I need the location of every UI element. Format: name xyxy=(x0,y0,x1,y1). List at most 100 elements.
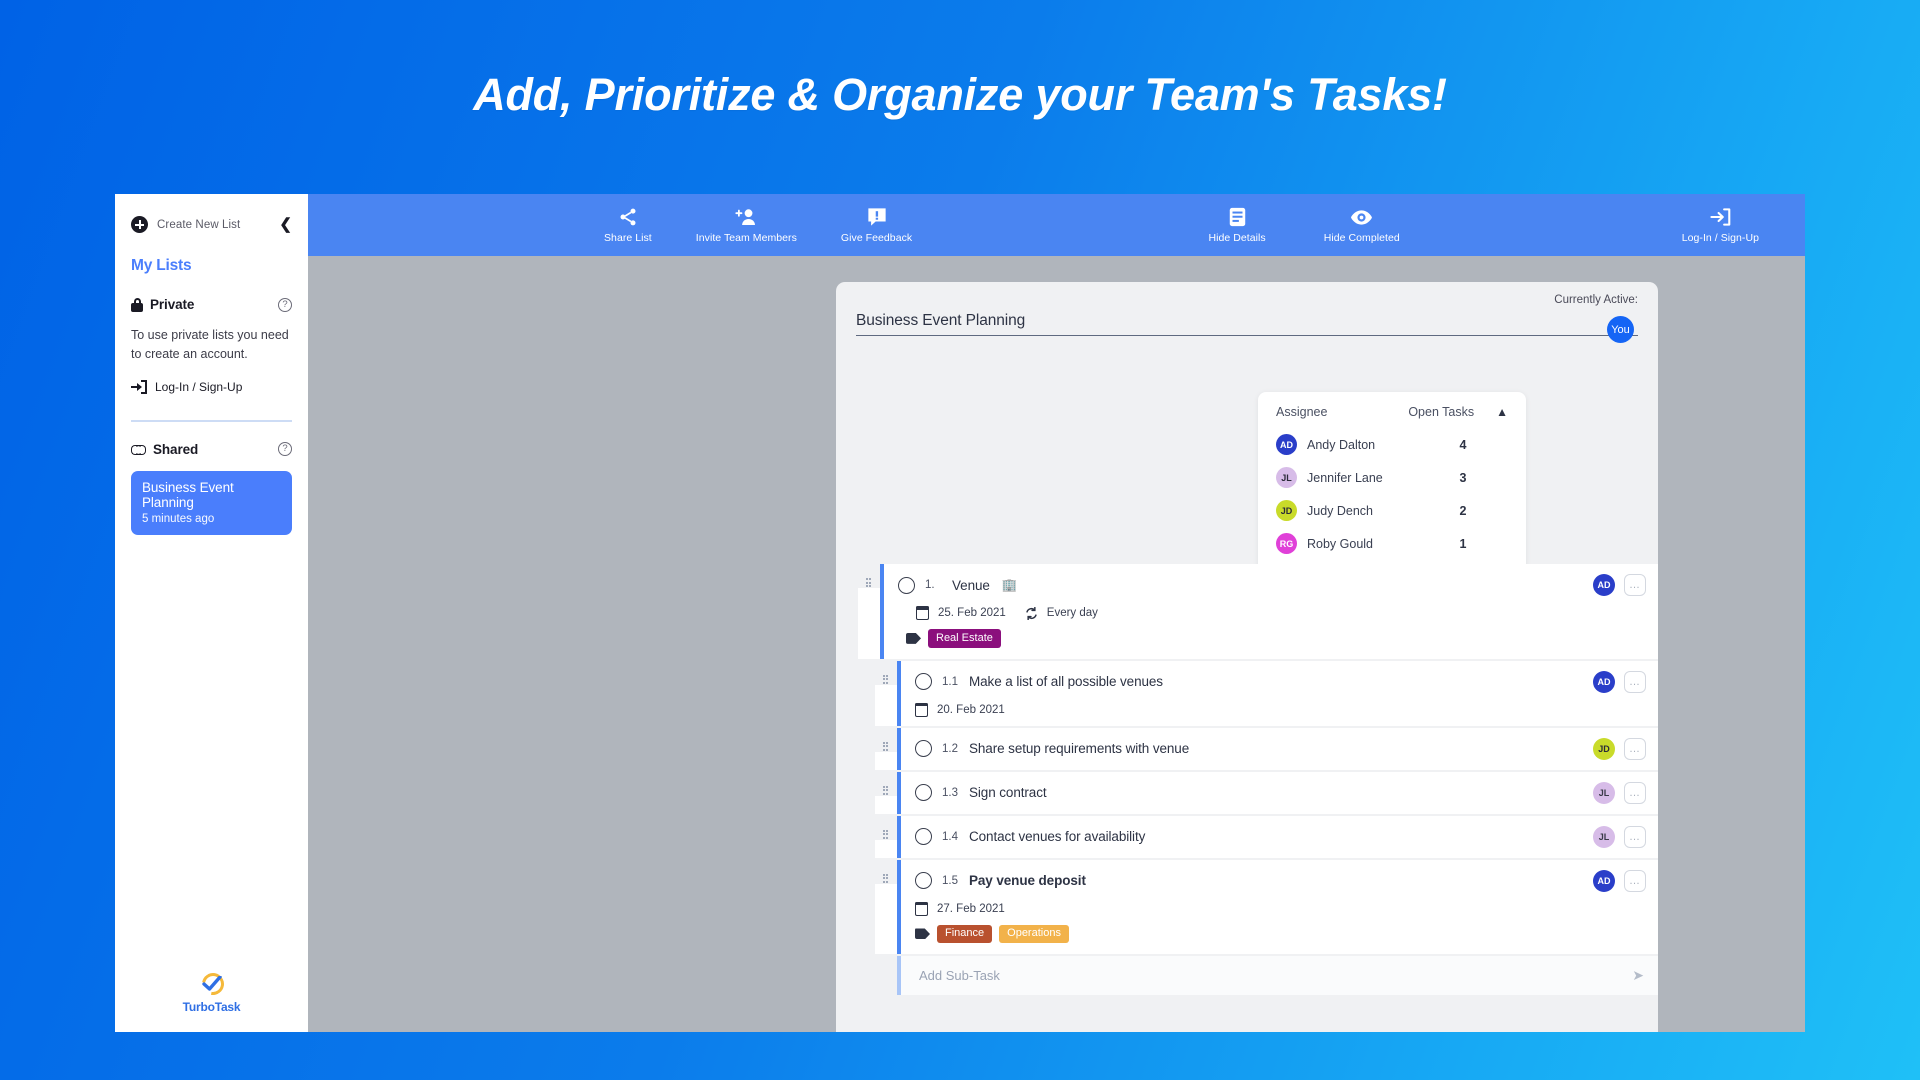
task-title[interactable]: Venue xyxy=(952,578,990,593)
table-row[interactable]: 1.3 Sign contract JL … xyxy=(875,771,1658,814)
hide-completed-button[interactable]: Hide Completed xyxy=(1324,206,1400,244)
task-more-button[interactable]: … xyxy=(1624,869,1646,892)
assignee-row[interactable]: JD Judy Dench 2 xyxy=(1276,494,1508,527)
drag-handle[interactable] xyxy=(858,564,880,588)
create-new-list-label: Create New List xyxy=(157,218,241,231)
drag-handle[interactable] xyxy=(875,859,897,884)
drag-handle[interactable] xyxy=(875,727,897,752)
app-logo-text: TurboTask xyxy=(182,1000,241,1014)
chevron-left-icon[interactable]: ❮ xyxy=(279,217,292,232)
create-new-list-button[interactable]: Create New List ❮ xyxy=(131,216,292,233)
sidebar-divider xyxy=(131,420,292,422)
details-icon xyxy=(1228,206,1247,228)
task-main-line: 1.1 Make a list of all possible venues A… xyxy=(901,661,1658,703)
avatar-you[interactable]: You xyxy=(1607,316,1634,343)
help-circle-icon[interactable]: ? xyxy=(278,297,292,312)
send-arrow-icon[interactable]: ➤ xyxy=(1632,967,1644,984)
task-body: 1.1 Make a list of all possible venues A… xyxy=(897,660,1658,726)
table-row[interactable]: 1.1 Make a list of all possible venues A… xyxy=(875,660,1658,726)
share-list-button[interactable]: Share List xyxy=(604,206,652,244)
assignee-row[interactable]: JL Jennifer Lane 3 xyxy=(1276,461,1508,494)
banner-headline: Add, Prioritize & Organize your Team's T… xyxy=(473,69,1447,120)
task-checkbox[interactable] xyxy=(915,784,932,802)
sidebar-login-button[interactable]: Log-In / Sign-Up xyxy=(131,380,292,394)
task-checkbox[interactable] xyxy=(915,673,932,691)
hide-details-button[interactable]: Hide Details xyxy=(1209,206,1266,244)
status-badge[interactable]: Operations xyxy=(999,924,1069,944)
task-checkbox[interactable] xyxy=(898,576,915,594)
task-actions: JD … xyxy=(1593,737,1646,760)
assignee-open-count: 2 xyxy=(1459,503,1467,518)
give-feedback-label: Give Feedback xyxy=(840,232,913,244)
give-feedback-button[interactable]: Give Feedback xyxy=(841,206,912,244)
list-card-header: Currently Active: Business Event Plannin… xyxy=(836,282,1658,343)
task-checkbox[interactable] xyxy=(915,828,932,846)
assignee-chip[interactable]: JL xyxy=(1593,825,1615,848)
table-row[interactable]: 1.5 Pay venue deposit AD … 27. Feb 2021 xyxy=(875,859,1658,955)
assignee-chip[interactable]: AD xyxy=(1593,869,1615,892)
task-more-button[interactable]: … xyxy=(1624,825,1646,848)
task-main-line: 1. Venue 🏢 AD … xyxy=(884,564,1658,606)
task-title[interactable]: Pay venue deposit xyxy=(969,873,1086,888)
task-body: 1.2 Share setup requirements with venue … xyxy=(897,727,1658,770)
assignee-row[interactable]: AD Andy Dalton 4 xyxy=(1276,428,1508,461)
private-note-text: To use private lists you need to create … xyxy=(131,328,289,361)
task-checkbox[interactable] xyxy=(915,872,932,890)
toolbar-login-button[interactable]: Log-In / Sign-Up xyxy=(1682,206,1759,244)
task-number: 1.2 xyxy=(942,742,958,755)
task-more-button[interactable]: … xyxy=(1624,670,1646,693)
task-title[interactable]: Sign contract xyxy=(969,785,1047,800)
avatar: AD xyxy=(1276,434,1297,455)
app-logo: TurboTask xyxy=(115,968,308,1014)
task-more-button[interactable]: … xyxy=(1624,737,1646,760)
task-actions: AD … xyxy=(1593,869,1646,892)
app-window: Create New List ❮ My Lists Private ? To … xyxy=(115,194,1805,1032)
task-number: 1. xyxy=(925,579,935,591)
status-badge[interactable]: Finance xyxy=(937,924,993,944)
table-row[interactable]: 1.2 Share setup requirements with venue … xyxy=(875,727,1658,770)
assignee-row[interactable]: RG Roby Gould 1 xyxy=(1276,527,1508,560)
task-due-date[interactable]: 20. Feb 2021 xyxy=(937,704,1005,716)
calendar-icon xyxy=(915,901,928,916)
eye-icon xyxy=(1350,206,1373,228)
assignee-chip[interactable]: AD xyxy=(1593,574,1615,596)
calendar-icon xyxy=(915,702,928,717)
task-more-button[interactable]: … xyxy=(1624,574,1646,596)
help-circle-icon[interactable]: ? xyxy=(278,442,292,456)
shared-section-title: Shared xyxy=(153,441,199,457)
drag-handle[interactable] xyxy=(875,660,897,685)
assignee-chip[interactable]: JD xyxy=(1593,737,1615,760)
drag-handle[interactable] xyxy=(875,771,897,796)
task-more-button[interactable]: … xyxy=(1624,781,1646,804)
add-subtask-input[interactable]: Add Sub-Task ➤ xyxy=(897,956,1658,996)
invite-team-members-button[interactable]: Invite Team Members xyxy=(696,206,797,244)
task-due-date[interactable]: 27. Feb 2021 xyxy=(937,903,1005,915)
assignee-name: Andy Dalton xyxy=(1307,437,1376,452)
drag-handle[interactable] xyxy=(875,815,897,840)
avatar: RG xyxy=(1276,533,1297,554)
task-actions: AD … xyxy=(1593,574,1646,596)
tag-icon xyxy=(915,928,930,940)
assignee-name: Judy Dench xyxy=(1307,503,1374,518)
chevron-up-icon[interactable]: ▲ xyxy=(1496,406,1508,418)
table-row[interactable]: 1.4 Contact venues for availability JL … xyxy=(875,815,1658,858)
task-title[interactable]: Share setup requirements with venue xyxy=(969,741,1189,756)
task-title[interactable]: Contact venues for availability xyxy=(969,829,1145,844)
feedback-icon xyxy=(867,206,887,228)
toolbar-login-label: Log-In / Sign-Up xyxy=(1681,232,1759,244)
task-repeat-label[interactable]: Every day xyxy=(1047,607,1098,619)
table-row[interactable]: 1. Venue 🏢 AD … 25. Feb 2021 Every day R… xyxy=(858,564,1658,659)
assignee-chip[interactable]: AD xyxy=(1593,670,1615,693)
page-banner: Add, Prioritize & Organize your Team's T… xyxy=(0,0,1920,190)
task-checkbox[interactable] xyxy=(915,740,932,758)
status-badge[interactable]: Real Estate xyxy=(928,629,1001,648)
share-icon xyxy=(618,206,638,228)
assignee-open-count: 3 xyxy=(1459,470,1467,485)
sidebar-item-business-event-planning[interactable]: Business Event Planning 5 minutes ago xyxy=(131,470,292,535)
page-title[interactable]: Business Event Planning xyxy=(856,312,1025,330)
task-due-date[interactable]: 25. Feb 2021 xyxy=(938,607,1006,619)
assignee-open-count: 4 xyxy=(1459,437,1467,452)
task-title[interactable]: Make a list of all possible venues xyxy=(969,674,1163,689)
assignee-chip[interactable]: JL xyxy=(1593,781,1615,804)
list-title-row: Business Event Planning You xyxy=(856,312,1638,343)
